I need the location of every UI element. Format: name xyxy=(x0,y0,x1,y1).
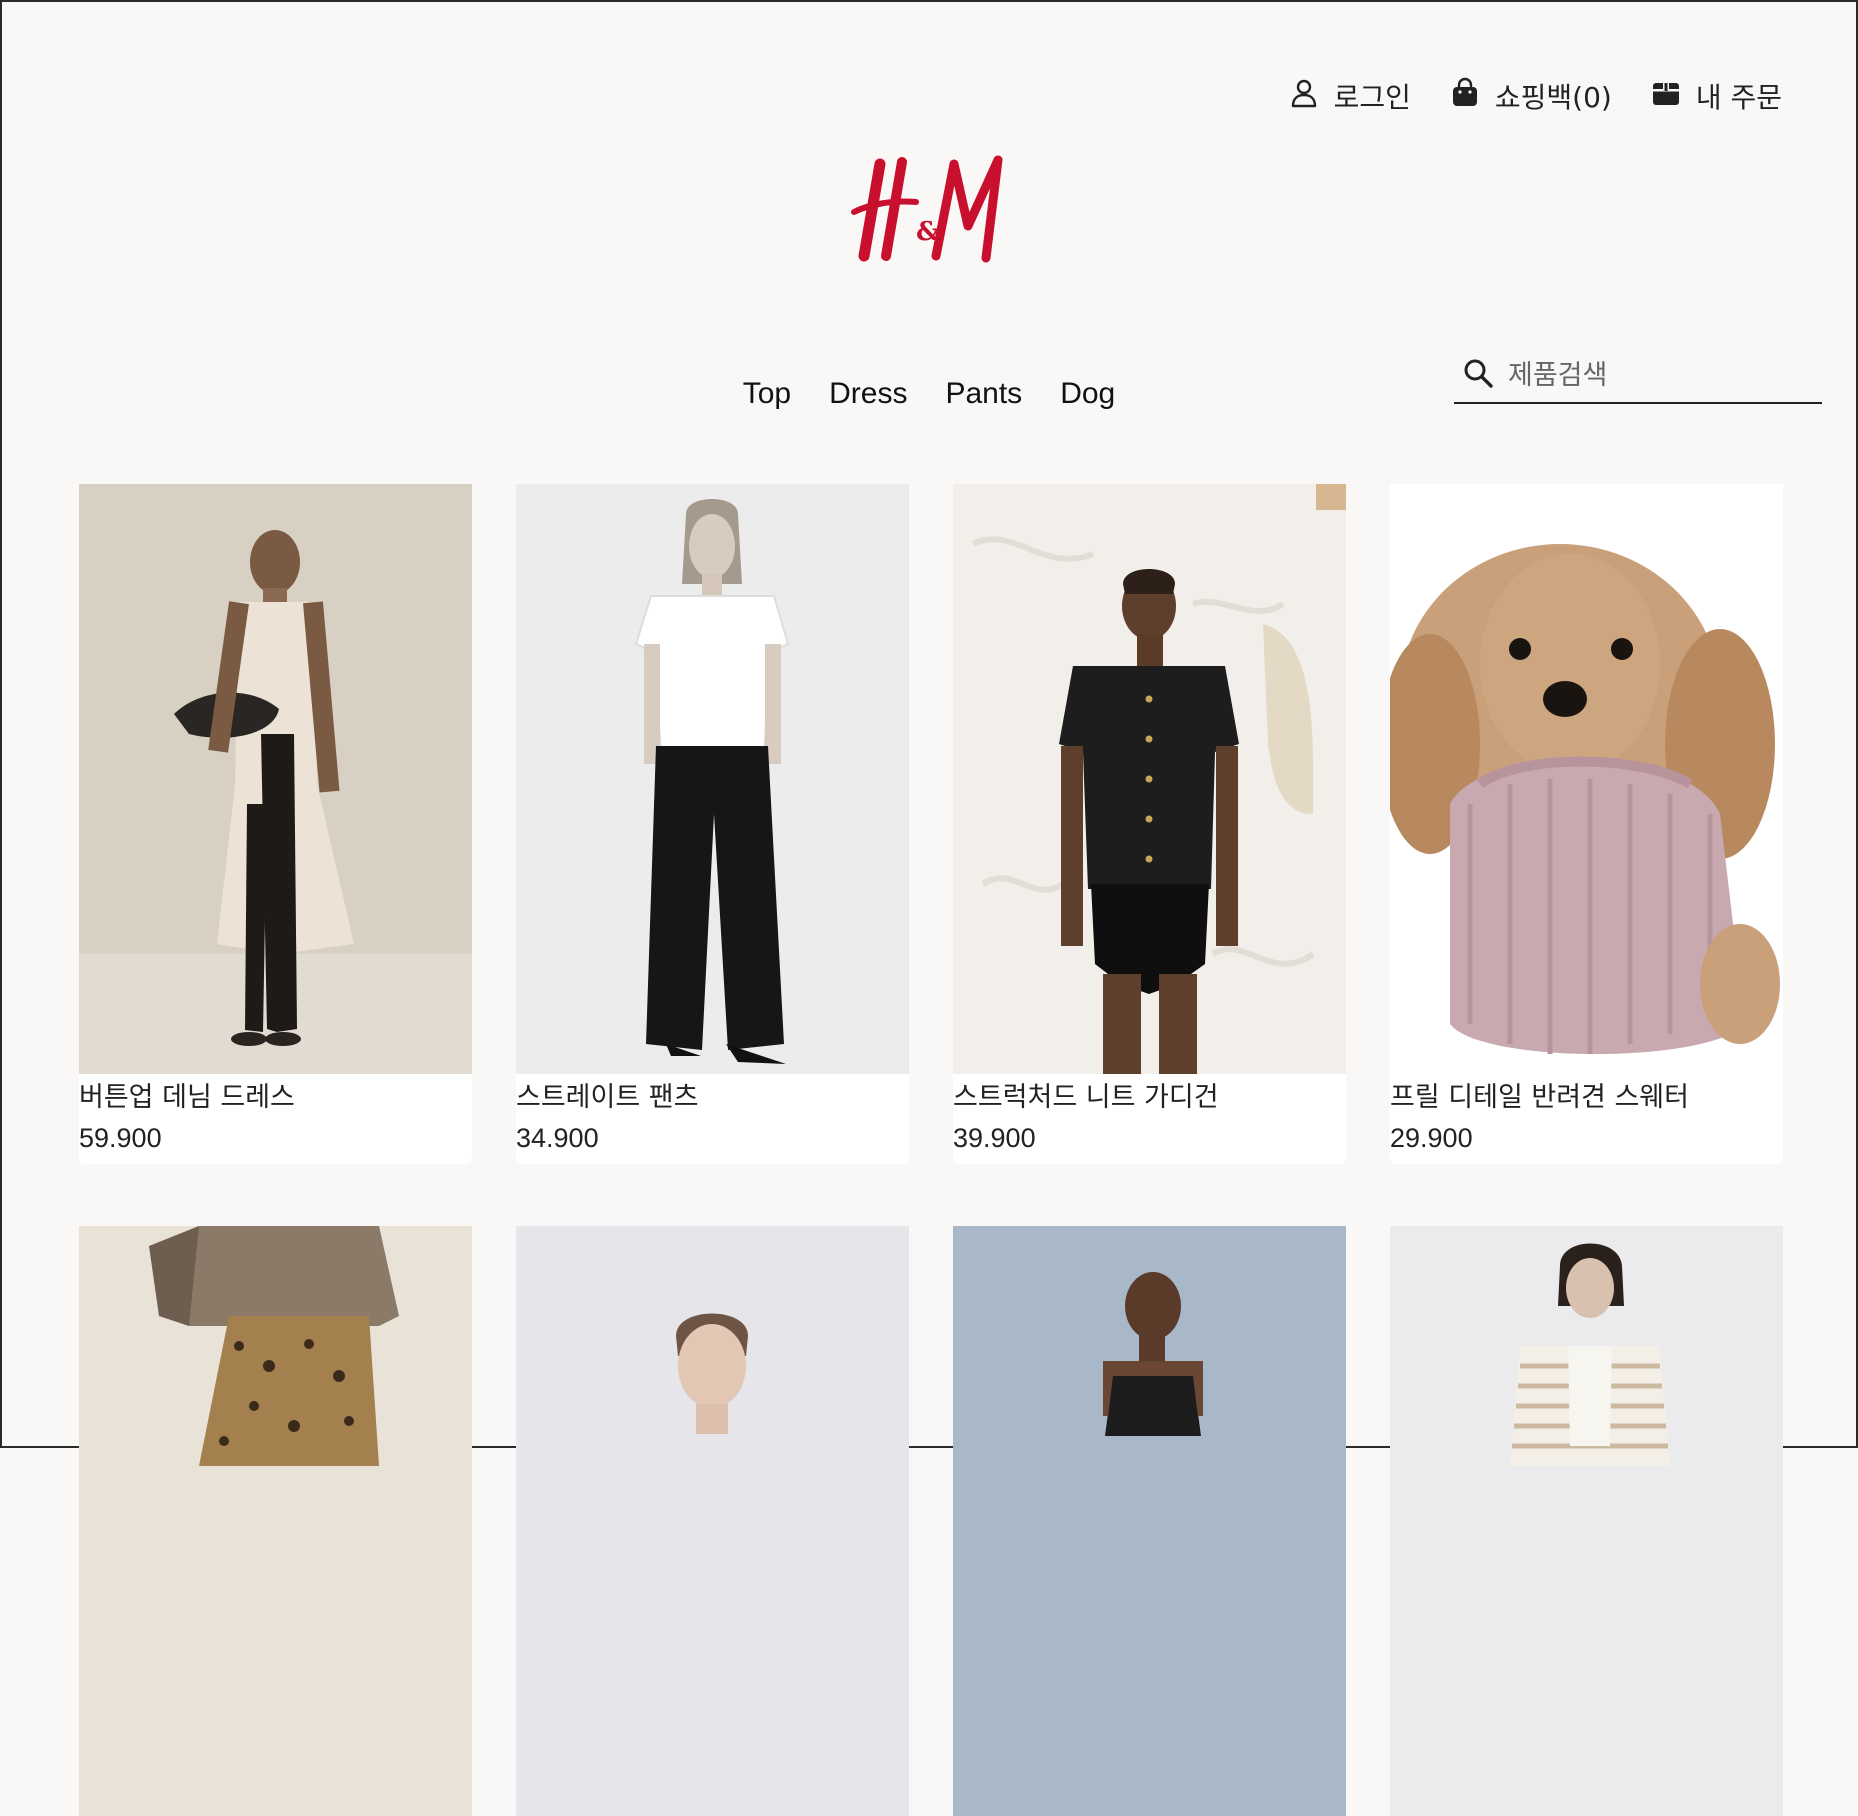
product-search xyxy=(1454,348,1822,404)
login-link[interactable]: 로그인 xyxy=(1288,76,1411,116)
cart-link[interactable]: 쇼핑백(0) xyxy=(1449,76,1612,116)
product-price: 39.900 xyxy=(953,1123,1036,1153)
orders-label: 내 주문 xyxy=(1695,81,1782,114)
product-name[interactable]: 스트럭처드 니트 가디건 xyxy=(953,1078,1346,1118)
product-name[interactable]: 버튼업 데님 드레스 xyxy=(79,1078,472,1118)
product-card[interactable] xyxy=(516,1226,909,1816)
product-card[interactable]: 버튼업 데님 드레스 59.900 xyxy=(79,484,472,1164)
product-info: 버튼업 데님 드레스 59.900 xyxy=(79,1078,472,1164)
nav-item-top[interactable]: Top xyxy=(743,377,791,411)
product-name[interactable]: 프릴 디테일 반려견 스웨터 xyxy=(1390,1078,1783,1118)
hm-logo[interactable]: & xyxy=(850,152,1014,272)
product-image[interactable] xyxy=(1390,484,1783,1074)
product-price: 29.900 xyxy=(1390,1123,1473,1153)
login-label: 로그인 xyxy=(1333,81,1411,114)
product-image[interactable] xyxy=(1390,1226,1783,1816)
product-card[interactable]: 프릴 디테일 반려견 스웨터 29.900 xyxy=(1390,484,1783,1164)
account-links: 로그인 쇼핑백(0) 내 주문 xyxy=(1288,76,1782,116)
product-info: 프릴 디테일 반려견 스웨터 29.900 xyxy=(1390,1078,1783,1164)
product-info: 스트럭처드 니트 가디건 39.900 xyxy=(953,1078,1346,1164)
product-card[interactable]: 스트럭처드 니트 가디건 39.900 xyxy=(953,484,1346,1164)
product-card[interactable] xyxy=(1390,1226,1783,1816)
product-image[interactable] xyxy=(953,1226,1346,1816)
nav-item-dog[interactable]: Dog xyxy=(1060,377,1115,411)
product-name[interactable]: 스트레이트 팬츠 xyxy=(516,1078,909,1118)
product-price: 34.900 xyxy=(516,1123,599,1153)
product-image[interactable] xyxy=(953,484,1346,1074)
nav-item-pants[interactable]: Pants xyxy=(945,377,1022,411)
orders-link[interactable]: 내 주문 xyxy=(1650,76,1782,116)
product-image[interactable] xyxy=(79,484,472,1074)
search-input[interactable] xyxy=(1508,359,1808,391)
shopping-bag-icon xyxy=(1449,77,1481,116)
product-image[interactable] xyxy=(79,1226,472,1816)
nav-item-dress[interactable]: Dress xyxy=(829,377,907,411)
svg-text:&: & xyxy=(916,217,939,247)
box-icon xyxy=(1650,77,1682,116)
product-info: 스트레이트 팬츠 34.900 xyxy=(516,1078,909,1164)
product-image[interactable] xyxy=(516,1226,909,1816)
product-image[interactable] xyxy=(516,484,909,1074)
search-icon[interactable] xyxy=(1462,357,1494,393)
user-icon xyxy=(1288,77,1320,116)
product-grid: 버튼업 데님 드레스 59.900 스트레이트 팬츠 34.900 스트럭처드 … xyxy=(79,484,1783,1816)
cart-label: 쇼핑백(0) xyxy=(1494,81,1612,114)
product-card[interactable] xyxy=(79,1226,472,1816)
product-price: 59.900 xyxy=(79,1123,162,1153)
product-card[interactable] xyxy=(953,1226,1346,1816)
product-card[interactable]: 스트레이트 팬츠 34.900 xyxy=(516,484,909,1164)
